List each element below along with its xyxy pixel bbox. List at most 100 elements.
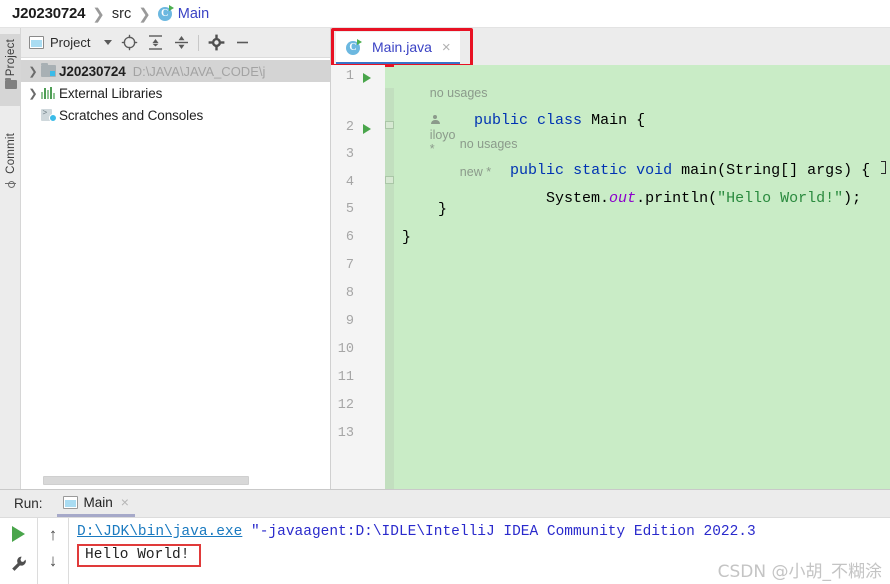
run-gutter-icon[interactable] bbox=[363, 73, 371, 83]
chevron-right-icon[interactable]: ❯ bbox=[25, 65, 41, 78]
project-tool-window: Project ❯ J20230724 D:\JAVA\JAVA_CODE\j … bbox=[21, 28, 331, 489]
line-number: 12 bbox=[337, 398, 354, 413]
code-line-4: } bbox=[402, 201, 448, 218]
tree-node-module-path: D:\JAVA\JAVA_CODE\j bbox=[132, 63, 266, 79]
line-number: 6 bbox=[345, 230, 354, 245]
token-identifier: Main bbox=[591, 112, 628, 129]
wrench-icon[interactable] bbox=[10, 555, 28, 578]
token-println: .println( bbox=[636, 190, 718, 207]
class-c-icon: C bbox=[157, 5, 174, 21]
token-system-out: System. bbox=[474, 190, 610, 207]
code-line-5: } bbox=[402, 229, 412, 246]
editor-caret-marker bbox=[881, 161, 886, 174]
chevron-right-icon[interactable]: ❯ bbox=[25, 87, 41, 100]
line-number: 11 bbox=[337, 370, 354, 385]
tree-node-external-libraries[interactable]: ❯ External Libraries bbox=[21, 82, 330, 104]
token-field-out: out bbox=[609, 190, 637, 207]
project-toolbar: Project bbox=[21, 28, 330, 58]
prev-occurrence-button[interactable]: ↑ bbox=[49, 526, 58, 543]
collapse-all-icon[interactable] bbox=[168, 30, 194, 56]
expand-all-icon[interactable] bbox=[142, 30, 168, 56]
line-number: 2 bbox=[345, 120, 354, 135]
run-console-output[interactable]: D:\JDK\bin\java.exe "-javaagent:D:\IDLE\… bbox=[69, 518, 890, 584]
rerun-button[interactable] bbox=[12, 526, 25, 542]
tool-window-stripe-left: Project Commit bbox=[0, 28, 21, 489]
sidebar-item-commit-label: Commit bbox=[4, 133, 17, 174]
project-panel-title: Project bbox=[50, 35, 91, 50]
line-number: 3 bbox=[345, 147, 354, 162]
line-number: 7 bbox=[345, 258, 354, 273]
run-tab-main[interactable]: Main × bbox=[56, 490, 135, 517]
scratches-icon bbox=[41, 108, 59, 122]
token-string-literal: "Hello World!" bbox=[717, 190, 844, 207]
line-number: 10 bbox=[337, 342, 354, 357]
project-window-icon bbox=[29, 36, 44, 49]
breadcrumb-separator-2: ❯ bbox=[138, 5, 151, 23]
tree-node-module-label: J20230724 bbox=[59, 63, 126, 79]
java-exe-path-link[interactable]: D:\JDK\bin\java.exe bbox=[77, 524, 242, 540]
editor-tab-main-java[interactable]: C Main.java × bbox=[336, 32, 460, 65]
run-config-icon bbox=[62, 495, 78, 509]
tree-node-scratches[interactable]: . Scratches and Consoles bbox=[21, 104, 330, 126]
console-output-text: Hello World! bbox=[77, 544, 202, 567]
breadcrumb-classname[interactable]: Main bbox=[178, 6, 209, 22]
tree-indent-spacer: . bbox=[25, 109, 41, 121]
module-icon bbox=[41, 62, 59, 77]
intellij-idea-window: J20230724 ❯ src ❯ C Main Project Commit … bbox=[0, 0, 890, 584]
library-icon bbox=[41, 87, 59, 99]
editor-tab-strip: C Main.java × bbox=[331, 28, 890, 67]
fold-region-marker[interactable] bbox=[385, 121, 394, 129]
line-number: 4 bbox=[345, 175, 354, 190]
run-gutter-icon[interactable] bbox=[363, 124, 371, 134]
run-tool-window-body: ↑ ↓ D:\JDK\bin\java.exe "-javaagent:D:\I… bbox=[0, 518, 890, 584]
token-keyword: class bbox=[537, 112, 583, 129]
toolbar-divider bbox=[198, 34, 200, 51]
tree-node-module[interactable]: ❯ J20230724 D:\JAVA\JAVA_CODE\j bbox=[21, 60, 330, 82]
commit-branch-icon bbox=[5, 178, 16, 189]
project-title-group[interactable]: Project bbox=[29, 35, 90, 50]
tree-node-scratches-label: Scratches and Consoles bbox=[59, 107, 204, 123]
breadcrumb-separator-1: ❯ bbox=[92, 5, 105, 23]
run-tab-label: Main bbox=[83, 494, 113, 510]
editor-tab-label: Main.java bbox=[372, 39, 432, 55]
line-number: 5 bbox=[345, 202, 354, 217]
breadcrumb: J20230724 ❯ src ❯ C Main bbox=[0, 0, 890, 28]
line-number: 13 bbox=[337, 426, 354, 441]
line-number: 9 bbox=[345, 314, 354, 329]
next-occurrence-button[interactable]: ↓ bbox=[49, 552, 58, 569]
line-number: 1 bbox=[345, 69, 354, 84]
line-number: 8 bbox=[345, 286, 354, 301]
code-folding-bar bbox=[385, 88, 394, 489]
folder-icon bbox=[4, 78, 17, 90]
code-line-3: System.out.println("Hello World!"); bbox=[402, 173, 861, 224]
tree-node-external-libraries-label: External Libraries bbox=[59, 85, 163, 101]
settings-gear-icon[interactable] bbox=[203, 30, 229, 56]
class-c-icon: C bbox=[346, 38, 362, 55]
run-tool-window-header: Run: Main × bbox=[0, 490, 890, 518]
run-side-toolbar bbox=[0, 518, 38, 584]
sidebar-item-project-label: Project bbox=[4, 39, 17, 77]
code-text-area[interactable]: no usages iloyo * public class Main { no… bbox=[394, 65, 890, 489]
horizontal-scrollbar[interactable] bbox=[43, 476, 329, 485]
run-navigation-toolbar: ↑ ↓ bbox=[38, 518, 69, 584]
close-icon[interactable]: × bbox=[442, 40, 451, 55]
breadcrumb-project[interactable]: J20230724 bbox=[12, 5, 85, 22]
console-command-args: "-javaagent:D:\IDLE\IntelliJ IDEA Commun… bbox=[242, 524, 756, 540]
sidebar-item-commit[interactable]: Commit bbox=[0, 128, 21, 206]
token-punctuation: ); bbox=[843, 190, 862, 207]
console-command-line: D:\JDK\bin\java.exe "-javaagent:D:\IDLE\… bbox=[77, 524, 890, 540]
sidebar-item-project[interactable]: Project bbox=[0, 34, 21, 106]
close-icon[interactable]: × bbox=[121, 494, 129, 510]
editor-area: C Main.java × 1 2 3 4 5 6 7 8 9 10 11 12… bbox=[331, 28, 890, 489]
scrollbar-thumb[interactable] bbox=[43, 476, 249, 485]
watermark: CSDN @小胡_不糊涂 bbox=[717, 562, 882, 582]
project-tree: ❯ J20230724 D:\JAVA\JAVA_CODE\j ❯ Extern… bbox=[21, 58, 330, 126]
breadcrumb-src[interactable]: src bbox=[112, 6, 131, 22]
caret-down-icon[interactable] bbox=[104, 40, 113, 45]
run-tool-window: Run: Main × ↑ ↓ D:\JDK\bin\java.exe "-ja… bbox=[0, 489, 890, 584]
fold-region-marker[interactable] bbox=[385, 176, 394, 184]
editor-gutter[interactable]: 1 2 3 4 5 6 7 8 9 10 11 12 13 bbox=[331, 65, 385, 489]
locate-icon[interactable] bbox=[116, 30, 142, 56]
run-label: Run: bbox=[14, 496, 43, 511]
hide-window-icon[interactable] bbox=[229, 30, 255, 56]
